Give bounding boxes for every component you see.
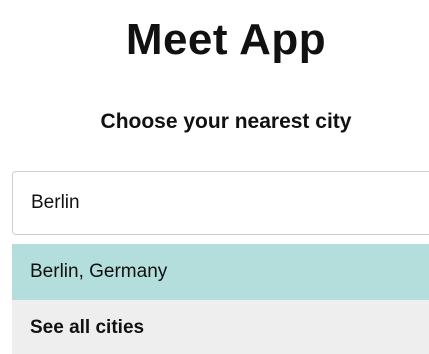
city-prompt-heading: Choose your nearest city (100, 110, 352, 133)
app-title: Meet App (125, 15, 327, 64)
see-all-cities-option[interactable]: See all cities (12, 300, 429, 354)
suggestion-berlin-germany[interactable]: Berlin, Germany (12, 244, 429, 300)
city-suggestions-list: Berlin, Germany See all cities (12, 244, 429, 354)
meet-app-page: Meet App Choose your nearest city Berlin… (0, 0, 429, 354)
city-search-input[interactable] (12, 171, 429, 235)
